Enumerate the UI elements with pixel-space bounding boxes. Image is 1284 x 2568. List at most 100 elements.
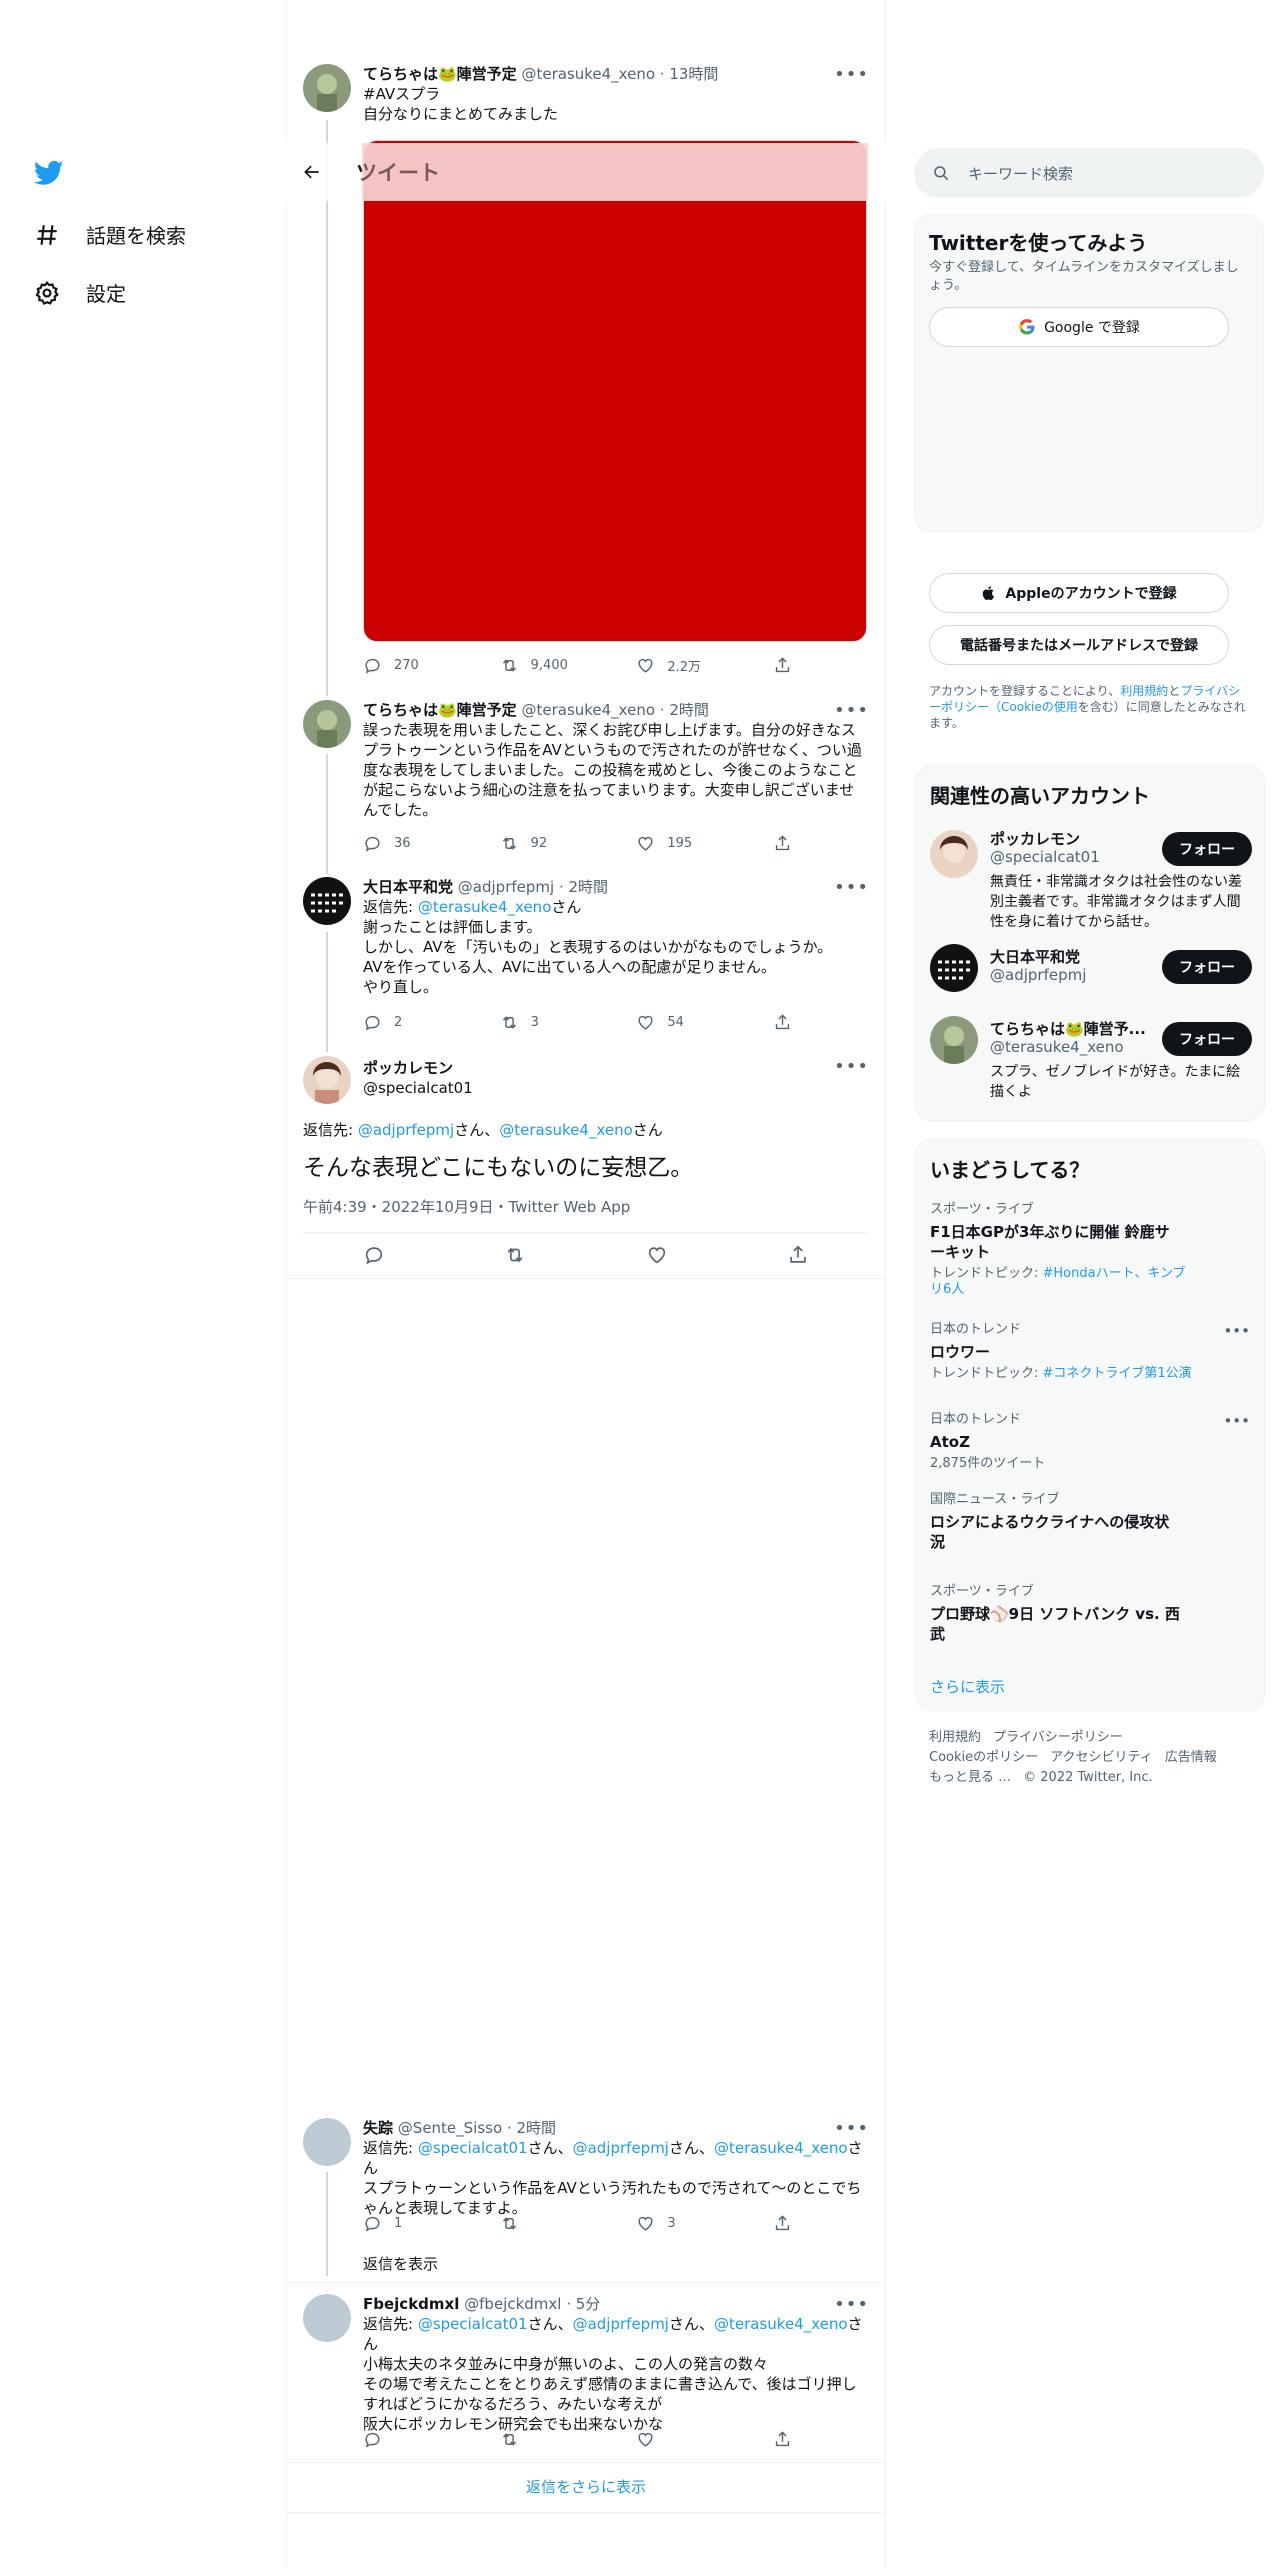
author-name[interactable]: 失踪 bbox=[363, 2119, 393, 2137]
follow-button[interactable]: フォロー bbox=[1162, 950, 1252, 984]
footer-cookie-link[interactable]: Cookieのポリシー bbox=[929, 1750, 1038, 1765]
footer-more-link[interactable]: もっと見る … bbox=[929, 1770, 1011, 1785]
show-replies-link[interactable]: 返信を表示 bbox=[363, 2254, 438, 2274]
tweet-time[interactable]: 5分 bbox=[576, 2295, 601, 2313]
tweet-3[interactable]: 大日本平和党 @adjprfepmj · 2時間 返信先: @terasuke4… bbox=[303, 877, 869, 1037]
tweet-timestamp[interactable]: 午前4:39・2022年10月9日・Twitter Web App bbox=[303, 1196, 630, 1217]
avatar[interactable] bbox=[303, 877, 351, 925]
more-options-icon[interactable]: ••• bbox=[834, 64, 869, 85]
terms-link[interactable]: 利用規約 bbox=[1120, 684, 1168, 698]
reply-button[interactable] bbox=[363, 2430, 473, 2449]
share-button[interactable] bbox=[773, 1013, 793, 1032]
like-button[interactable]: 2.2万 bbox=[636, 656, 746, 675]
mention-link[interactable]: @adjprfepmj bbox=[358, 1121, 454, 1139]
avatar[interactable] bbox=[303, 1056, 351, 1104]
mention-link[interactable]: @adjprfepmj bbox=[573, 2139, 669, 2157]
more-options-icon[interactable]: ••• bbox=[834, 1056, 869, 1077]
author-handle[interactable]: @Sente_Sisso bbox=[398, 2119, 502, 2137]
apple-signup-button[interactable]: Appleのアカウントで登録 bbox=[929, 573, 1229, 613]
google-signup-button[interactable]: Google で登録 bbox=[929, 307, 1229, 347]
trend-item[interactable]: 国際ニュース・ライブ ロシアによるウクライナへの侵攻状況 bbox=[930, 1492, 1250, 1552]
search-input[interactable]: キーワード検索 bbox=[968, 163, 1073, 184]
account-handle[interactable]: @terasuke4_xeno bbox=[990, 1038, 1124, 1056]
account-name[interactable]: ポッカレモン bbox=[990, 828, 1080, 849]
author-name[interactable]: てらちゃは🐸陣営予定 bbox=[363, 65, 517, 83]
account-name[interactable]: てらちゃは🐸陣営予... bbox=[990, 1018, 1146, 1039]
avatar[interactable] bbox=[303, 2118, 351, 2166]
nav-explore[interactable]: 話題を検索 bbox=[34, 220, 186, 249]
share-button[interactable] bbox=[773, 656, 793, 675]
mention-link[interactable]: @specialcat01 bbox=[418, 2315, 528, 2333]
mention-link[interactable]: @terasuke4_xeno bbox=[499, 1121, 633, 1139]
tweet-time[interactable]: 13時間 bbox=[669, 65, 718, 83]
share-button[interactable] bbox=[773, 2430, 793, 2449]
hashtag-link[interactable]: #AVスプラ bbox=[363, 84, 869, 104]
share-button[interactable] bbox=[773, 2214, 793, 2233]
footer-ads-link[interactable]: 広告情報 bbox=[1165, 1750, 1217, 1765]
tweet-media[interactable] bbox=[363, 140, 867, 642]
account-row[interactable]: てらちゃは🐸陣営予... @terasuke4_xeno スプラ、ゼノブレイドが… bbox=[916, 1016, 1266, 1116]
reply-button[interactable]: 1 bbox=[363, 2214, 473, 2233]
like-button[interactable]: 195 bbox=[636, 834, 746, 853]
author-name[interactable]: ポッカレモン bbox=[363, 1058, 473, 1078]
avatar[interactable] bbox=[303, 2294, 351, 2342]
reply-tweet-2[interactable]: Fbejckdmxl @fbejckdmxl · 5分 返信先: @specia… bbox=[303, 2294, 869, 2454]
avatar[interactable] bbox=[930, 1016, 978, 1064]
mention-link[interactable]: @terasuke4_xeno bbox=[714, 2315, 848, 2333]
trend-item[interactable]: 日本のトレンド ロウワー トレンドトピック: #コネクトライブ第1公演 ••• bbox=[930, 1322, 1250, 1382]
tweet-time[interactable]: 2時間 bbox=[669, 701, 709, 719]
trend-item[interactable]: スポーツ・ライブ プロ野球⚾9日 ソフトバンク vs. 西武 bbox=[930, 1584, 1250, 1644]
share-icon[interactable] bbox=[787, 1244, 809, 1266]
more-options-icon[interactable]: ••• bbox=[834, 700, 869, 721]
back-arrow-icon[interactable] bbox=[302, 162, 322, 182]
more-options-icon[interactable]: ••• bbox=[1223, 1412, 1250, 1430]
retweet-button[interactable]: 3 bbox=[500, 1013, 610, 1032]
account-handle[interactable]: @adjprfepmj bbox=[990, 966, 1086, 984]
reply-tweet-1[interactable]: 失踪 @Sente_Sisso · 2時間 返信先: @specialcat01… bbox=[303, 2118, 869, 2278]
reply-button[interactable]: 2 bbox=[363, 1013, 473, 1032]
twitter-logo-icon[interactable] bbox=[34, 158, 64, 188]
trend-item[interactable]: 日本のトレンド AtoZ 2,875件のツイート ••• bbox=[930, 1412, 1250, 1472]
retweet-button[interactable] bbox=[500, 2430, 610, 2449]
more-options-icon[interactable]: ••• bbox=[834, 877, 869, 898]
reply-button[interactable]: 270 bbox=[363, 656, 473, 675]
footer-privacy-link[interactable]: プライバシーポリシー bbox=[993, 1730, 1123, 1745]
account-row[interactable]: ポッカレモン @specialcat01 無責任・非常識オタクは社会性のない差別… bbox=[916, 822, 1266, 938]
author-name[interactable]: てらちゃは🐸陣営予定 bbox=[363, 701, 517, 719]
avatar[interactable] bbox=[930, 830, 978, 878]
footer-accessibility-link[interactable]: アクセシビリティ bbox=[1050, 1750, 1153, 1765]
like-button[interactable] bbox=[636, 2430, 746, 2449]
mention-link[interactable]: @terasuke4_xeno bbox=[418, 898, 552, 916]
nav-settings[interactable]: 設定 bbox=[34, 278, 126, 307]
author-name[interactable]: 大日本平和党 bbox=[363, 878, 453, 896]
like-button[interactable]: 3 bbox=[636, 2214, 746, 2233]
follow-button[interactable]: フォロー bbox=[1162, 832, 1252, 866]
tweet-time[interactable]: 2時間 bbox=[516, 2119, 556, 2137]
author-handle[interactable]: @fbejckdmxl bbox=[464, 2295, 561, 2313]
phone-email-signup-button[interactable]: 電話番号またはメールアドレスで登録 bbox=[929, 625, 1229, 665]
retweet-button[interactable]: 92 bbox=[500, 834, 610, 853]
mention-link[interactable]: @terasuke4_xeno bbox=[714, 2139, 848, 2157]
more-options-icon[interactable]: ••• bbox=[1223, 1322, 1250, 1340]
reply-button[interactable]: 36 bbox=[363, 834, 473, 853]
like-button[interactable]: 54 bbox=[636, 1013, 746, 1032]
account-name[interactable]: 大日本平和党 bbox=[990, 946, 1080, 967]
retweet-icon[interactable] bbox=[504, 1244, 526, 1266]
author-handle[interactable]: @terasuke4_xeno bbox=[521, 701, 655, 719]
author-handle[interactable]: @terasuke4_xeno bbox=[521, 65, 655, 83]
mention-link[interactable]: @specialcat01 bbox=[418, 2139, 528, 2157]
show-more-trends-link[interactable]: さらに表示 bbox=[930, 1676, 1005, 1697]
mention-link[interactable]: @adjprfepmj bbox=[573, 2315, 669, 2333]
heart-icon[interactable] bbox=[646, 1244, 668, 1266]
account-row[interactable]: 大日本平和党 @adjprfepmj フォロー bbox=[916, 944, 1266, 1008]
retweet-button[interactable]: 9,400 bbox=[500, 656, 610, 675]
retweet-button[interactable] bbox=[500, 2214, 610, 2233]
tweet-2[interactable]: てらちゃは🐸陣営予定 @terasuke4_xeno · 2時間 誤った表現を用… bbox=[303, 700, 869, 870]
reply-icon[interactable] bbox=[363, 1244, 385, 1266]
search-box[interactable]: キーワード検索 bbox=[914, 148, 1264, 198]
author-handle[interactable]: @specialcat01 bbox=[363, 1078, 473, 1098]
avatar[interactable] bbox=[930, 944, 978, 992]
more-options-icon[interactable]: ••• bbox=[834, 2294, 869, 2315]
follow-button[interactable]: フォロー bbox=[1162, 1022, 1252, 1056]
tweet-time[interactable]: 2時間 bbox=[569, 878, 609, 896]
